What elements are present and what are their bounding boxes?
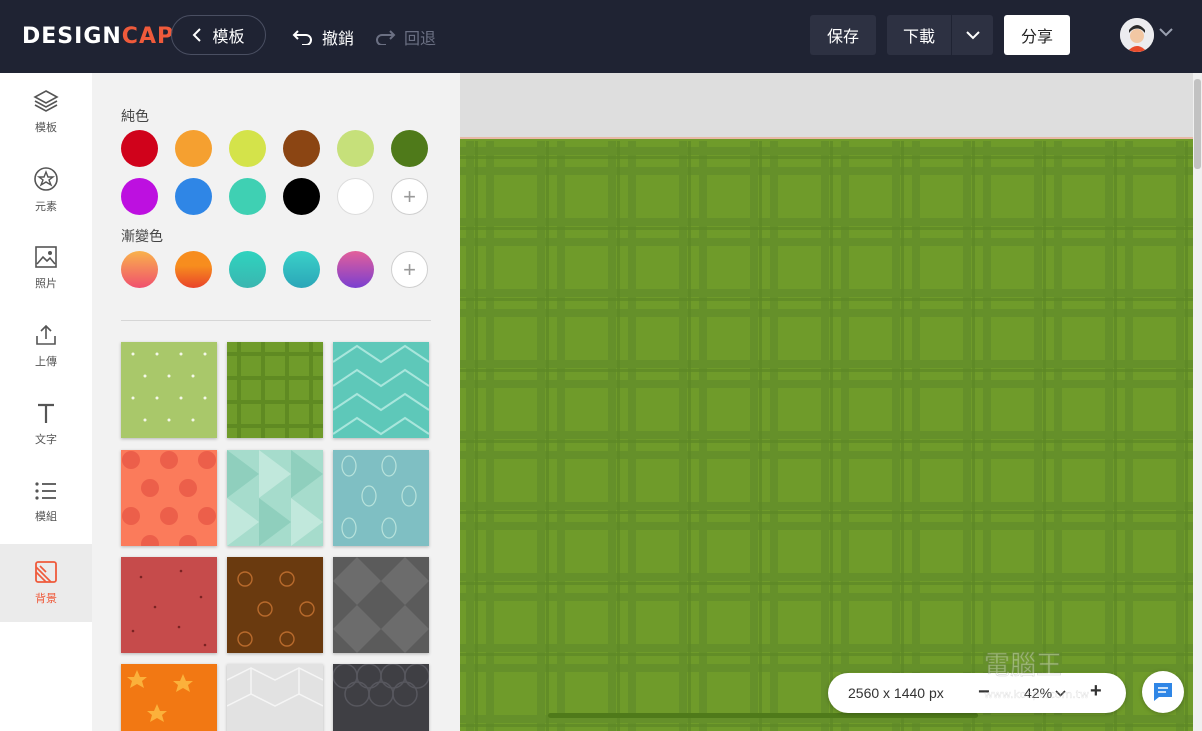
zoom-bar: 2560 x 1440 px − 42% + — [828, 673, 1126, 713]
list-icon — [35, 482, 56, 500]
redo-button[interactable]: 回退 — [374, 25, 436, 49]
color-swatch[interactable] — [229, 130, 266, 167]
save-button[interactable]: 保存 — [810, 15, 876, 55]
zoom-out-button[interactable]: − — [978, 681, 990, 704]
color-swatch[interactable] — [175, 130, 212, 167]
sidebar-item-modules[interactable]: 模組 — [0, 463, 92, 541]
leaves-pattern-icon — [121, 664, 217, 731]
color-swatch[interactable] — [175, 178, 212, 215]
color-swatch[interactable] — [121, 178, 158, 215]
pattern-thumbnail[interactable] — [121, 450, 217, 546]
sidebar-item-upload[interactable]: 上傳 — [0, 307, 92, 385]
color-swatch[interactable] — [337, 130, 374, 167]
add-color-button[interactable]: + — [391, 178, 428, 215]
avatar[interactable] — [1120, 18, 1154, 52]
gradient-swatch[interactable] — [121, 251, 158, 288]
pattern-thumbnail[interactable] — [333, 557, 429, 653]
chevron-down-icon — [965, 30, 980, 39]
side-nav: 模板 元素 照片 上傳 文字 模組 背景 — [0, 73, 92, 731]
upload-icon — [36, 324, 56, 345]
circles-pattern-icon — [333, 664, 429, 731]
download-options-button[interactable] — [952, 15, 993, 55]
gradient-colors-title: 漸變色 — [121, 228, 163, 244]
redo-icon — [376, 30, 396, 45]
add-gradient-button[interactable]: + — [391, 251, 428, 288]
back-to-templates-button[interactable]: 模板 — [171, 15, 266, 55]
hearts-pattern-icon — [121, 557, 217, 653]
argyle-pattern-icon — [333, 557, 429, 653]
gradient-swatch[interactable] — [175, 251, 212, 288]
chat-icon — [1154, 683, 1172, 701]
solid-colors-title: 純色 — [121, 108, 149, 124]
sidebar-item-elements[interactable]: 元素 — [0, 151, 92, 229]
image-icon — [35, 246, 57, 268]
design-canvas[interactable] — [460, 73, 1202, 731]
text-icon — [38, 403, 54, 423]
pattern-thumbnail[interactable] — [227, 450, 323, 546]
plaid-background — [460, 141, 1202, 731]
divider — [121, 320, 431, 321]
color-swatch[interactable] — [283, 130, 320, 167]
background-icon — [35, 561, 57, 583]
top-bar: DESIGNCAP 模板 撤銷 回退 保存 下載 分享 — [0, 0, 1202, 73]
pattern-thumbnail-selected[interactable] — [227, 342, 323, 438]
chevron-left-icon — [193, 28, 202, 42]
sidebar-item-background[interactable]: 背景 — [0, 544, 92, 622]
plaid-pattern-icon — [227, 342, 323, 438]
color-swatch[interactable] — [121, 130, 158, 167]
sidebar-item-templates[interactable]: 模板 — [0, 73, 92, 151]
pattern-thumbnail[interactable] — [333, 450, 429, 546]
undo-label: 撤銷 — [322, 31, 355, 48]
pattern-thumbnail[interactable] — [227, 664, 323, 731]
pattern-thumbnail[interactable] — [121, 557, 217, 653]
gradient-swatch[interactable] — [337, 251, 374, 288]
scrollbar-thumb[interactable] — [1194, 79, 1201, 169]
gradient-swatch[interactable] — [229, 251, 266, 288]
cubes-pattern-icon — [227, 664, 323, 731]
background-panel: 純色 + 漸變色 + — [92, 73, 460, 731]
canvas-size-label: 2560 x 1440 px — [848, 685, 944, 701]
undo-icon — [292, 30, 312, 45]
undo-button[interactable]: 撤銷 — [292, 25, 354, 49]
herringbone-pattern-icon — [333, 342, 429, 438]
color-swatch[interactable] — [229, 178, 266, 215]
eggs-pattern-icon — [333, 450, 429, 546]
shapes-icon — [34, 167, 58, 191]
pattern-thumbnail[interactable] — [333, 664, 429, 731]
pattern-thumbnail[interactable] — [121, 664, 217, 731]
logo[interactable]: DESIGNCAP — [22, 24, 174, 49]
zoom-level-dropdown[interactable]: 42% — [1024, 685, 1066, 701]
zoom-level-value: 42% — [1024, 685, 1053, 701]
download-button[interactable]: 下載 — [887, 15, 951, 55]
redo-label: 回退 — [404, 31, 437, 48]
faces-pattern-icon — [227, 557, 323, 653]
triangles-pattern-icon — [227, 450, 323, 546]
sidebar-item-photos[interactable]: 照片 — [0, 229, 92, 307]
canvas-margin — [460, 73, 1202, 139]
avatar-icon — [1120, 18, 1154, 52]
chat-button[interactable] — [1142, 671, 1184, 713]
gradient-swatch[interactable] — [283, 251, 320, 288]
chevron-down-icon[interactable] — [1159, 28, 1173, 37]
polka-pattern-icon — [121, 450, 217, 546]
sidebar-item-text[interactable]: 文字 — [0, 385, 92, 463]
color-swatch[interactable] — [283, 178, 320, 215]
layers-icon — [33, 90, 59, 112]
horizontal-scrollbar[interactable] — [548, 713, 978, 718]
back-label: 模板 — [212, 29, 245, 46]
pattern-thumbnail[interactable] — [227, 557, 323, 653]
pattern-thumbnail[interactable] — [121, 342, 217, 438]
pattern-thumbnail[interactable] — [333, 342, 429, 438]
chevron-down-icon — [1055, 689, 1066, 697]
zoom-in-button[interactable]: + — [1090, 680, 1102, 703]
dots-pattern-icon — [121, 342, 217, 438]
color-swatch[interactable] — [337, 178, 374, 215]
color-swatch[interactable] — [391, 130, 428, 167]
share-button[interactable]: 分享 — [1004, 15, 1070, 55]
vertical-scrollbar[interactable] — [1193, 73, 1202, 731]
